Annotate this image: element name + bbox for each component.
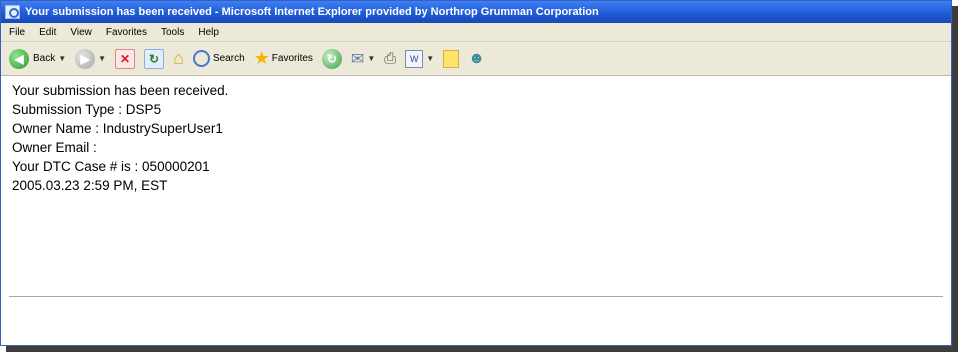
back-label: Back xyxy=(33,53,56,64)
refresh-icon: ↻ xyxy=(144,48,165,69)
note-icon xyxy=(443,49,460,68)
title-bar[interactable]: Your submission has been received - Micr… xyxy=(1,1,951,23)
back-button[interactable]: ◀ Back ▼ xyxy=(9,48,66,69)
standard-toolbar: ◀ Back ▼ ▶ ▼ ✕ ↻ ⌂ Search ★ Favorites ↻ … xyxy=(1,42,951,76)
forward-button[interactable]: ▶ ▼ xyxy=(75,48,106,69)
edit-button[interactable]: W ▼ xyxy=(405,49,434,68)
menu-edit[interactable]: Edit xyxy=(39,27,56,38)
stop-icon: ✕ xyxy=(115,48,136,69)
menu-favorites[interactable]: Favorites xyxy=(106,27,147,38)
messenger-icon: ☻ xyxy=(468,49,486,67)
search-label: Search xyxy=(212,53,245,64)
owner-name: Owner Name : IndustrySuperUser1 xyxy=(12,121,223,136)
internet-explorer-icon xyxy=(5,5,20,19)
menu-bar: File Edit View Favorites Tools Help xyxy=(1,23,951,42)
back-dropdown-icon[interactable]: ▼ xyxy=(58,54,66,63)
favorites-button[interactable]: ★ Favorites xyxy=(254,48,313,69)
favorites-star-icon: ★ xyxy=(253,48,270,68)
timestamp: 2005.03.23 2:59 PM, EST xyxy=(12,178,168,193)
mail-dropdown-icon[interactable]: ▼ xyxy=(367,54,375,63)
window-title: Your submission has been received - Micr… xyxy=(25,6,599,18)
menu-tools[interactable]: Tools xyxy=(161,27,184,38)
discuss-button[interactable] xyxy=(443,49,460,68)
horizontal-rule xyxy=(9,296,943,297)
case-number: Your DTC Case # is : 050000201 xyxy=(12,159,210,174)
word-edit-icon: W xyxy=(405,49,424,68)
home-icon: ⌂ xyxy=(173,48,184,68)
menu-help[interactable]: Help xyxy=(198,27,219,38)
search-button[interactable]: Search xyxy=(192,50,245,67)
print-icon: ⎙ xyxy=(384,50,397,67)
refresh-button[interactable]: ↻ xyxy=(144,48,165,69)
favorites-label: Favorites xyxy=(271,53,313,64)
messenger-button[interactable]: ☻ xyxy=(468,50,485,68)
submission-type: Submission Type : DSP5 xyxy=(12,102,162,117)
menu-view[interactable]: View xyxy=(70,27,92,38)
owner-email: Owner Email : xyxy=(12,140,97,155)
mail-icon: ✉ xyxy=(350,50,365,68)
menu-file[interactable]: File xyxy=(9,27,25,38)
mail-button[interactable]: ✉ ▼ xyxy=(351,49,375,69)
back-arrow-icon: ◀ xyxy=(9,48,29,69)
stop-button[interactable]: ✕ xyxy=(115,48,136,69)
forward-arrow-icon: ▶ xyxy=(75,48,96,69)
home-button[interactable]: ⌂ xyxy=(173,48,184,69)
forward-dropdown-icon[interactable]: ▼ xyxy=(98,54,106,63)
edit-dropdown-icon[interactable]: ▼ xyxy=(426,54,434,63)
search-icon xyxy=(192,50,210,67)
page-content: Your submission has been received. Submi… xyxy=(12,81,228,195)
browser-window: Your submission has been received - Micr… xyxy=(0,0,952,346)
history-button[interactable]: ↻ xyxy=(321,48,342,69)
print-button[interactable]: ⎙ xyxy=(384,50,396,67)
confirmation-message: Your submission has been received. xyxy=(12,83,229,98)
history-icon: ↻ xyxy=(321,48,342,69)
